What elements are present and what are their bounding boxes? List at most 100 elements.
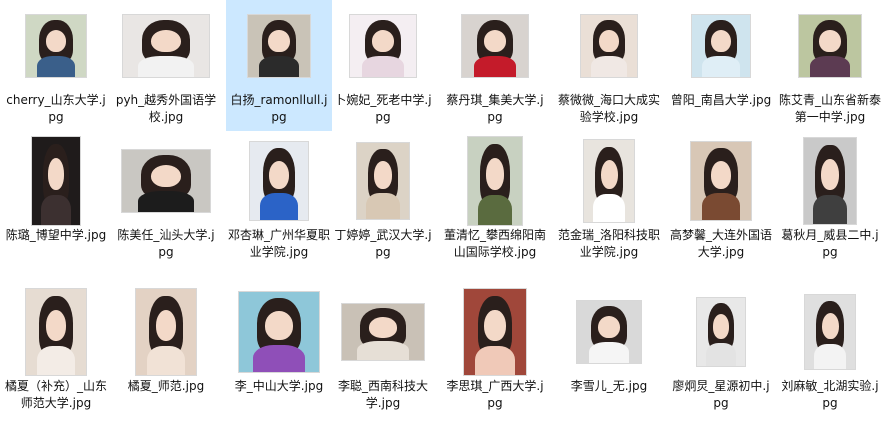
file-item[interactable]: cherry_山东大学.jpg xyxy=(3,0,109,131)
portrait-face xyxy=(269,160,289,189)
image-thumbnail[interactable] xyxy=(122,150,210,212)
image-thumbnail[interactable] xyxy=(799,15,861,77)
file-name: 李思琪_广西大学.jpg xyxy=(446,379,544,410)
file-item[interactable]: 李聪_西南科技大学.jpg xyxy=(330,286,436,427)
file-name: 蔡丹琪_集美大学.jpg xyxy=(446,93,544,124)
file-item[interactable]: 李_中山大学.jpg xyxy=(226,286,332,427)
image-thumbnail[interactable] xyxy=(464,289,526,375)
file-item[interactable]: 蔡微微_海口大成实验学校.jpg xyxy=(556,0,662,131)
file-item[interactable]: 陈美任_汕头大学.jpg xyxy=(113,135,219,281)
image-thumbnail[interactable] xyxy=(691,142,751,220)
file-name: 曾阳_南昌大学.jpg xyxy=(670,93,772,107)
portrait-body xyxy=(361,55,405,77)
portrait-face xyxy=(45,29,67,53)
image-thumbnail[interactable] xyxy=(239,292,319,372)
image-thumbnail[interactable] xyxy=(32,137,80,225)
image-thumbnail[interactable] xyxy=(692,15,750,77)
image-thumbnail[interactable] xyxy=(123,15,209,77)
portrait-body xyxy=(705,342,737,366)
image-thumbnail[interactable] xyxy=(357,143,409,219)
portrait-body xyxy=(473,55,517,77)
file-item[interactable]: 白扬_ramonllull.jpg xyxy=(226,0,332,131)
portrait-body xyxy=(814,343,846,369)
file-name: 董清忆_攀西绵阳南山国际学校.jpg xyxy=(444,228,547,259)
portrait-face xyxy=(151,29,181,53)
thumbnail-frame xyxy=(113,286,219,378)
image-thumbnail[interactable] xyxy=(26,15,86,77)
file-item[interactable]: 廖炯炅_星源初中.jpg xyxy=(668,286,774,427)
file-name: 陈璐_博望中学.jpg xyxy=(5,228,107,242)
file-item[interactable]: 陈璐_博望中学.jpg xyxy=(3,135,109,281)
file-name: 李聪_西南科技大学.jpg xyxy=(337,379,428,410)
portrait-body xyxy=(702,55,740,77)
image-thumbnail[interactable] xyxy=(462,15,528,77)
image-thumbnail[interactable] xyxy=(136,289,196,375)
thumbnail-frame xyxy=(330,135,436,227)
thumbnail-frame xyxy=(668,286,774,378)
file-name: cherry_山东大学.jpg xyxy=(6,93,106,124)
thumbnail-frame xyxy=(3,0,109,92)
portrait-face xyxy=(265,311,293,340)
image-thumbnail[interactable] xyxy=(468,137,522,225)
file-item[interactable]: 范金瑞_洛阳科技职业学院.jpg xyxy=(556,135,662,281)
thumbnail-frame xyxy=(3,286,109,378)
image-thumbnail[interactable] xyxy=(805,295,855,369)
portrait-body xyxy=(588,341,630,363)
file-item[interactable]: 李雪儿_无.jpg xyxy=(556,286,662,427)
file-item[interactable]: 李思琪_广西大学.jpg xyxy=(442,286,548,427)
file-item[interactable]: pyh_越秀外国语学校.jpg xyxy=(113,0,219,131)
file-item[interactable]: 高梦馨_大连外国语大学.jpg xyxy=(668,135,774,281)
image-thumbnail[interactable] xyxy=(250,142,308,220)
thumbnail-frame xyxy=(226,0,332,92)
portrait-body xyxy=(701,193,741,220)
image-thumbnail[interactable] xyxy=(350,15,416,77)
file-item[interactable]: 橘夏_师范.jpg xyxy=(113,286,219,427)
file-item[interactable]: 陈艾青_山东省新泰第一中学.jpg xyxy=(777,0,883,131)
thumbnail-frame xyxy=(226,286,332,378)
file-item[interactable]: 邓杏琳_广州华夏职业学院.jpg xyxy=(226,135,332,281)
image-thumbnail[interactable] xyxy=(581,15,637,77)
portrait-face xyxy=(712,314,730,339)
file-item[interactable]: 曾阳_南昌大学.jpg xyxy=(668,0,774,131)
file-item[interactable]: 橘夏（补充）_山东师范大学.jpg xyxy=(3,286,109,427)
file-item[interactable]: 葛秋月_威县二中.jpg xyxy=(777,135,883,281)
thumbnail-frame xyxy=(556,286,662,378)
image-thumbnail[interactable] xyxy=(584,140,634,222)
portrait-body xyxy=(475,345,515,375)
file-name: 陈艾青_山东省新泰第一中学.jpg xyxy=(779,93,882,124)
portrait-face xyxy=(268,29,290,53)
portrait-body xyxy=(137,190,195,212)
image-thumbnail[interactable] xyxy=(697,298,745,366)
image-thumbnail[interactable] xyxy=(248,15,310,77)
file-name: 李雪儿_无.jpg xyxy=(570,379,648,393)
image-thumbnail[interactable] xyxy=(342,304,424,360)
thumbnail-frame xyxy=(668,135,774,227)
file-name: 陈美任_汕头大学.jpg xyxy=(117,228,215,259)
file-name: 高梦馨_大连外国语大学.jpg xyxy=(670,228,773,259)
portrait-face xyxy=(711,29,731,53)
portrait-face xyxy=(485,158,505,190)
file-name: pyh_越秀外国语学校.jpg xyxy=(115,93,217,124)
portrait-face xyxy=(374,161,392,189)
thumbnail-frame xyxy=(777,286,883,378)
thumbnail-frame xyxy=(442,135,548,227)
thumbnail-frame xyxy=(556,135,662,227)
image-thumbnail[interactable] xyxy=(804,138,856,224)
thumbnail-frame xyxy=(330,286,436,378)
portrait-body xyxy=(253,344,305,372)
thumbnail-frame xyxy=(777,135,883,227)
file-name: 邓杏琳_广州华夏职业学院.jpg xyxy=(228,228,331,259)
file-item[interactable]: 丁婷婷_武汉大学.jpg xyxy=(330,135,436,281)
thumbnail-frame xyxy=(777,0,883,92)
thumbnail-frame xyxy=(113,0,219,92)
image-thumbnail[interactable] xyxy=(26,289,86,375)
file-item[interactable]: 卜婉妃_死老中学.jpg xyxy=(330,0,436,131)
file-item[interactable]: 刘麻敏_北湖实验.jpg xyxy=(777,286,883,427)
file-item[interactable]: 董清忆_攀西绵阳南山国际学校.jpg xyxy=(442,135,548,281)
portrait-body xyxy=(477,195,513,225)
portrait-face xyxy=(47,158,65,190)
file-item[interactable]: 蔡丹琪_集美大学.jpg xyxy=(442,0,548,131)
portrait-body xyxy=(356,340,410,360)
thumbnail-frame xyxy=(330,0,436,92)
image-thumbnail[interactable] xyxy=(577,301,641,363)
